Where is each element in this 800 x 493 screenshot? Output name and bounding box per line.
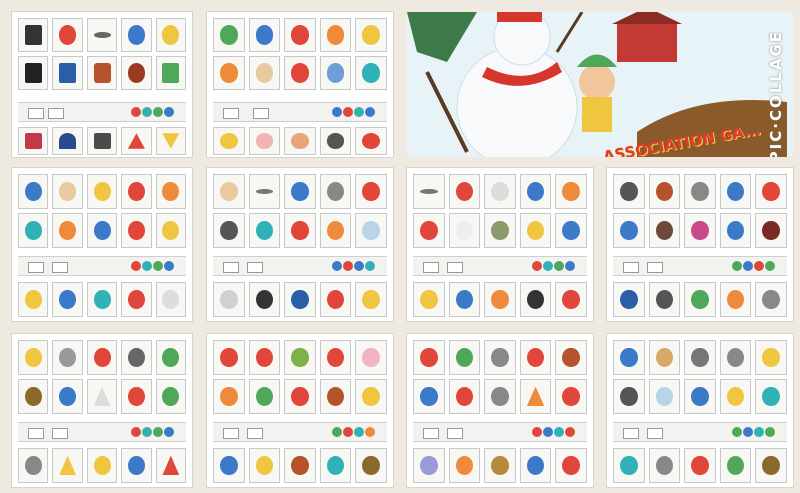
- photo-panel-4: [207, 168, 393, 321]
- pic-collage-watermark: PIC·COLLAGE: [767, 30, 785, 157]
- photo-panel-3: [12, 168, 192, 321]
- snowman-illustration-panel: ASSOCIATION GA... PIC·COLLAGE: [407, 12, 793, 157]
- photo-panel-2: [207, 12, 393, 157]
- photo-panel-9: [407, 334, 593, 487]
- photo-panel-6: [607, 168, 793, 321]
- photo-panel-1: [12, 12, 192, 157]
- photo-panel-7: [12, 334, 192, 487]
- photo-panel-8: [207, 334, 393, 487]
- photo-panel-10: [607, 334, 793, 487]
- photo-panel-5: [407, 168, 593, 321]
